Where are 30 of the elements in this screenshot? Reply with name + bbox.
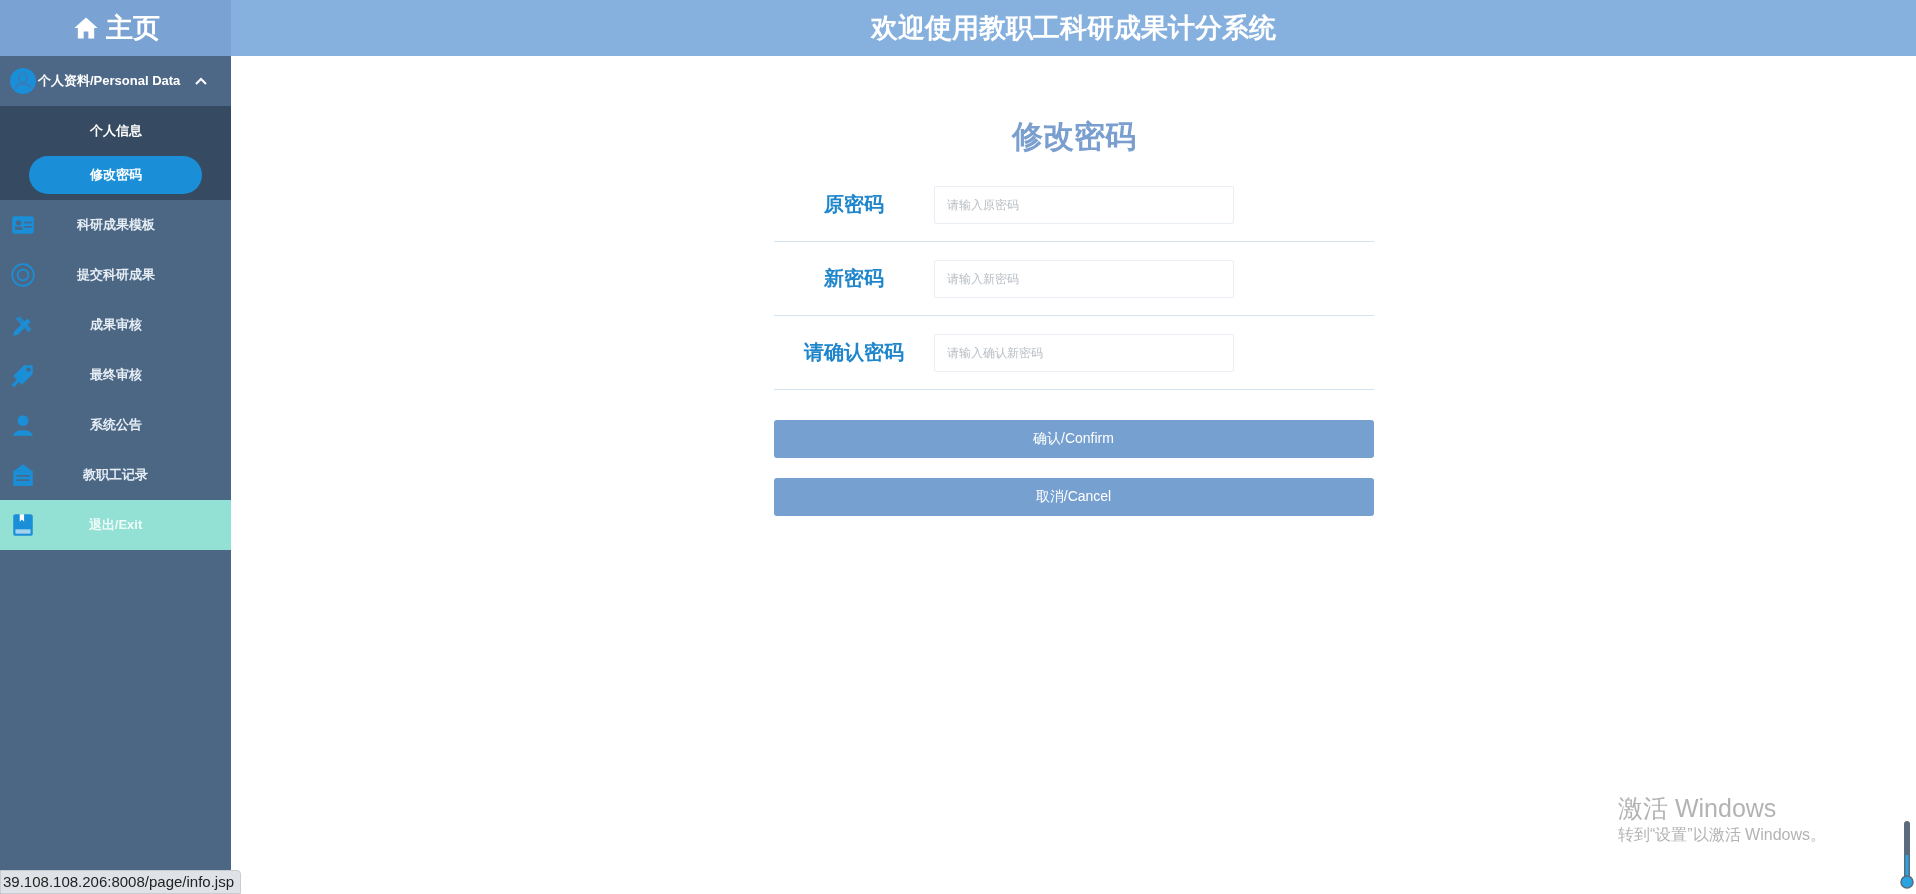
home-link[interactable]: 主页 (0, 0, 231, 56)
password-field[interactable]: 请输入新密码 (933, 259, 1234, 298)
confirm-button[interactable]: 确认/Confirm (773, 420, 1374, 458)
submenu-item[interactable]: 个人信息 (29, 112, 202, 150)
book-icon (10, 512, 36, 538)
form-title: 修改密码 (1011, 118, 1136, 156)
sidebar-item[interactable]: 提交科研成果 (0, 250, 231, 300)
submenu-item[interactable]: 修改密码 (29, 156, 202, 194)
thermometer-icon (1900, 820, 1914, 890)
status-url: 39.108.108.206:8008/page/info.jsp (0, 870, 242, 894)
ring-icon (10, 262, 36, 288)
sidebar-item[interactable]: 教职工记录 (0, 450, 231, 500)
home-label: 主页 (105, 12, 160, 45)
sidebar-item[interactable]: 系统公告 (0, 400, 231, 450)
user-icon (10, 68, 36, 94)
tag-icon (10, 362, 36, 388)
cancel-button[interactable]: 取消/Cancel (773, 478, 1374, 516)
activation-text: 转到“设置”以激活 Windows。 (1618, 825, 1826, 845)
sidebar-item[interactable]: 最终审核 (0, 350, 231, 400)
activation-title: 激活 Windows (1618, 793, 1778, 824)
people-icon (10, 412, 36, 438)
field-label: 新密码 (822, 266, 885, 291)
field-label: 请确认密码 (802, 340, 905, 365)
sidebar-item[interactable]: 科研成果模板 (0, 200, 231, 250)
password-field[interactable]: 请输入确认新密码 (933, 333, 1234, 372)
page-title: 欢迎使用教职工科研成果计分系统 (871, 12, 1276, 45)
sidebar-item[interactable]: 成果审核 (0, 300, 231, 350)
board-icon (10, 462, 36, 488)
field-label: 原密码 (822, 192, 885, 217)
password-field[interactable]: 请输入原密码 (933, 185, 1234, 224)
